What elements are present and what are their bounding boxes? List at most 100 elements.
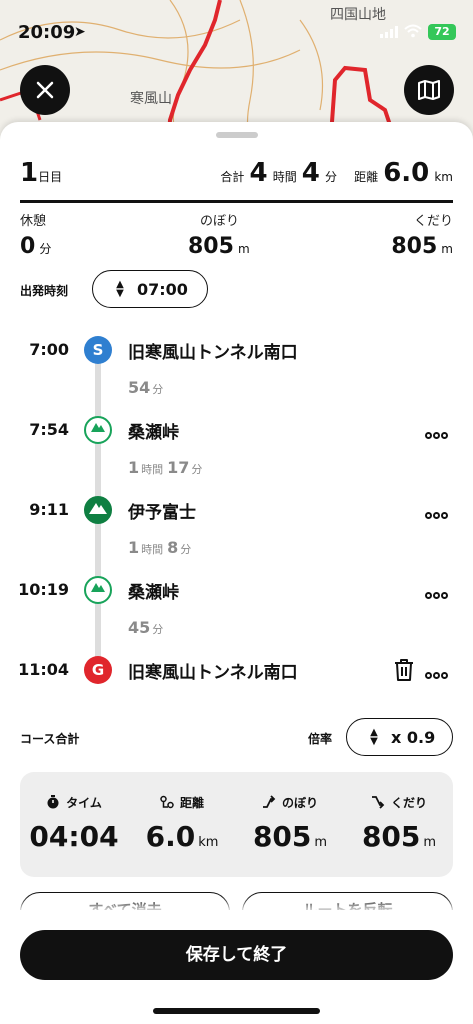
route-sheet: 1日目 合計 4 時間 4 分 距離 6.0 km 休憩 0分 のぼり 805 m… [0,122,473,1024]
summary-time-header: タイム [20,794,128,811]
summary-distance-number: 6.0 [145,820,196,853]
map-label-kanpu: 寒風山 [130,91,172,107]
summary-ascent-unit: m [314,835,328,850]
course-total-label: コース合計 [20,732,80,746]
total-label: 合計 [220,170,245,184]
stop-start[interactable]: 7:00 S 旧寒風山トンネル南口 [0,334,473,366]
route-pins-icon [160,795,174,809]
descent-label: くだり [413,214,453,229]
battery-indicator: 72 [428,24,456,40]
descent-value: 805 m [391,234,453,259]
status-bar: 20:09 ➤ 72 [0,0,473,60]
rest-unit: 分 [39,242,52,256]
day-number: 1 [20,158,39,188]
segment-minutes: 54 [128,378,151,397]
summary-time: タイム 04:04 [20,772,128,877]
location-arrow-icon: ➤ [74,24,86,40]
stop-pass[interactable]: 10:19 桑瀬峠 [0,574,473,606]
ascent-label: のぼり [200,214,240,229]
pass-marker-icon [84,576,112,604]
minutes-unit: 分 [324,170,337,184]
summary-ascent-header: のぼり [236,794,344,811]
day-header: 1日目 合計 4 時間 4 分 距離 6.0 km [20,158,453,190]
rest-value: 0分 [20,234,51,259]
goal-marker-icon: G [84,656,112,684]
descent-number: 805 [391,234,438,259]
segment-minutes-unit: 分 [152,383,164,396]
total-distance: 6.0 [383,158,430,188]
stop-name: 旧寒風山トンネル南口 [128,663,298,683]
segment-hours: 1 [128,458,140,477]
segment-duration: 1 時間 17 分 [128,458,206,477]
segment-minutes-unit: 分 [180,543,192,556]
day-unit: 日目 [38,170,63,184]
summary-time-value: 04:04 [29,820,119,853]
more-icon[interactable] [425,504,451,519]
departure-time-picker[interactable]: ▲ ▼ 07:00 [92,270,208,308]
more-icon[interactable] [425,584,451,599]
segment-hours-unit: 時間 [141,543,164,556]
segment-minutes: 17 [167,458,190,477]
segment-hours: 1 [128,538,140,557]
cellular-signal-icon [380,26,398,38]
stop-time: 7:00 [29,340,69,359]
rest-number: 0 [20,234,36,259]
wifi-icon [404,24,422,38]
distance-label: 距離 [354,170,379,184]
summary-distance: 距離 6.0 km [128,772,236,877]
save-and-finish-button[interactable]: 保存して終了 [20,930,453,980]
stop-time: 10:19 [18,580,69,599]
summary-descent-value: 805 m [345,820,453,853]
total-minutes: 4 [301,158,320,188]
ascent-number: 805 [188,234,234,259]
home-indicator [153,1008,320,1014]
stepper-arrows-icon: ▲ ▼ [370,727,378,747]
route-timeline: 7:00 S 旧寒風山トンネル南口 54 分 7:54 桑瀬峠 1 時間 17 分 9:… [0,334,473,694]
total-hours: 4 [249,158,268,188]
summary-distance-unit: km [198,835,219,850]
close-icon [36,81,54,99]
stop-time: 7:54 [29,420,69,439]
descent-unit: m [441,242,453,256]
trash-icon[interactable] [393,658,415,682]
stop-peak[interactable]: 9:11 伊予富士 [0,494,473,526]
summary-distance-value: 6.0 km [128,820,236,853]
summary-time-label: タイム [66,796,102,810]
course-total-row: コース合計 倍率 ▲ ▼ x 0.9 [20,718,453,758]
summary-descent-header: くだり [345,794,453,811]
footer: 保存して終了 [0,910,473,1024]
close-button[interactable] [20,65,70,115]
more-icon[interactable] [425,424,451,439]
departure-time: 07:00 [137,279,188,299]
summary-descent: くだり 805 m [345,772,453,877]
stop-name: 桑瀬峠 [128,583,179,603]
hours-unit: 時間 [272,170,297,184]
stop-goal[interactable]: 11:04 G 旧寒風山トンネル南口 [0,654,473,686]
status-time: 20:09 [18,22,76,43]
summary-ascent-label: のぼり [281,796,318,810]
pass-marker-icon [84,416,112,444]
rest-label: 休憩 [20,214,47,229]
pace-rate-picker[interactable]: ▲ ▼ x 0.9 [346,718,453,756]
peak-marker-icon [84,496,112,524]
segment-duration: 45 分 [128,618,167,637]
ascent-value: 805 m [188,234,250,259]
segment-duration: 1 時間 8 分 [128,538,195,557]
segment-hours-unit: 時間 [141,463,164,476]
descent-arrow-icon [371,796,385,809]
summary-distance-header: 距離 [128,794,236,811]
stop-name: 桑瀬峠 [128,423,179,443]
departure-label: 出発時刻 [20,284,69,298]
stop-time: 11:04 [18,660,69,679]
summary-descent-number: 805 [361,820,421,853]
summary-ascent: のぼり 805 m [236,772,344,877]
more-icon[interactable] [425,664,451,679]
distance-unit: km [434,170,453,184]
sheet-grabber[interactable] [216,132,258,138]
rate-value: x 0.9 [391,727,436,747]
map-layers-button[interactable] [404,65,454,115]
stop-pass[interactable]: 7:54 桑瀬峠 [0,414,473,446]
map-icon [418,80,440,100]
start-marker-icon: S [84,336,112,364]
summary-ascent-number: 805 [252,820,312,853]
